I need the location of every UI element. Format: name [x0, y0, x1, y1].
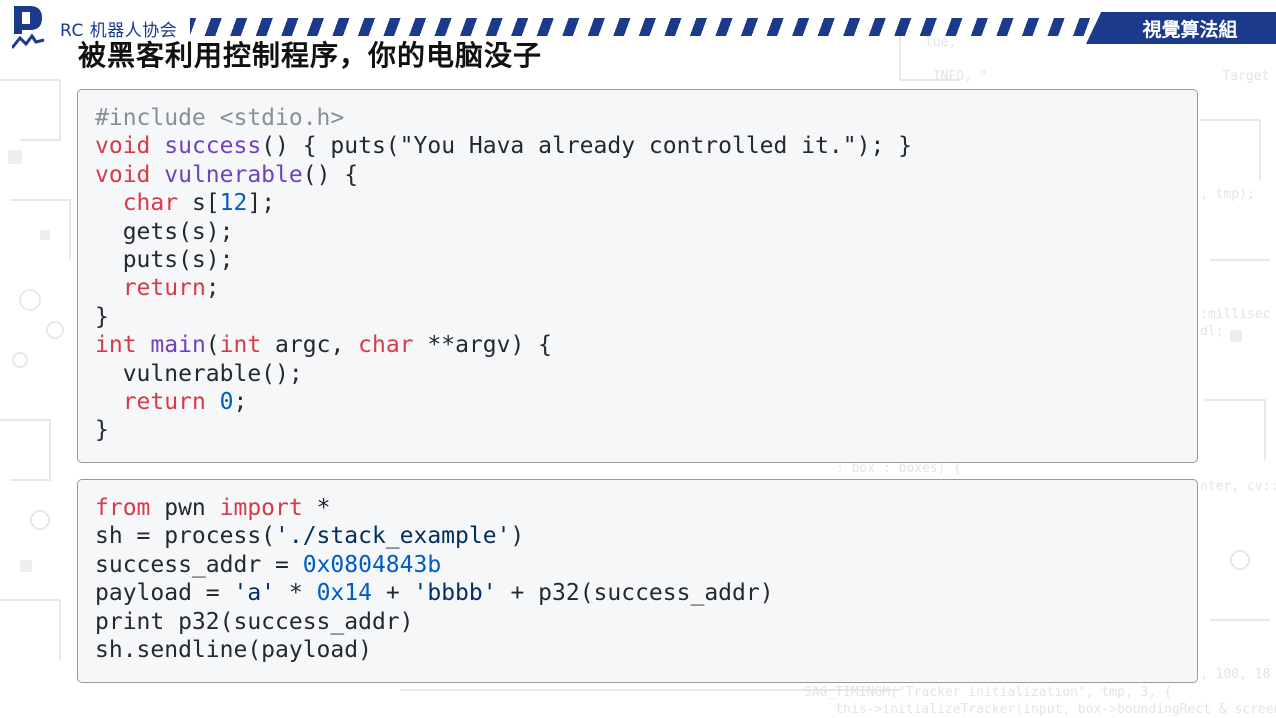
- code-line: gets(s);: [95, 218, 1197, 246]
- code-token: }: [95, 303, 109, 330]
- python-exploit-code: from pwn import * sh = process('./stack_e…: [78, 480, 1197, 664]
- code-token: 12: [219, 190, 248, 217]
- rc-logo-icon: [12, 6, 45, 49]
- code-token: sh.sendline(payload): [95, 636, 372, 663]
- code-token: () { puts("You Hava already controlled i…: [261, 133, 913, 160]
- bg-code-text: , tmp);: [1200, 187, 1255, 202]
- bg-code-text: SAG_TIMINGM("Tracker initialization", tm…: [804, 685, 1276, 717]
- code-token: s[: [178, 190, 220, 217]
- code-token: void: [95, 133, 151, 160]
- code-line: void success() { puts("You Hava already …: [95, 132, 1197, 160]
- slide-title: 被黑客利用控制程序，你的电脑没子: [78, 39, 543, 72]
- code-token: **argv) {: [413, 332, 553, 359]
- code-line: void vulnerable() {: [95, 161, 1197, 189]
- code-line: sh = process('./stack_example'): [95, 522, 1197, 550]
- code-line: int main(int argc, char **argv) {: [95, 331, 1197, 359]
- code-line: return;: [95, 274, 1197, 302]
- code-token: *: [302, 495, 331, 521]
- code-line: }: [95, 416, 1197, 444]
- code-token: ;: [233, 388, 248, 415]
- code-token: }: [95, 417, 109, 444]
- code-token: void: [95, 161, 151, 188]
- code-token: success_addr =: [95, 551, 303, 578]
- code-token: payload =: [95, 580, 234, 607]
- code-token: success: [164, 133, 262, 160]
- code-token: vulnerable: [164, 161, 303, 188]
- code-token: +: [371, 580, 414, 607]
- code-line: }: [95, 303, 1197, 331]
- code-token: 0: [219, 388, 234, 415]
- code-line: payload = 'a' * 0x14 + 'bbbb' + p32(succ…: [95, 579, 1197, 607]
- code-token: print p32(success_addr): [95, 608, 414, 635]
- code-token: 0x0804843b: [302, 551, 442, 578]
- code-line: return 0;: [95, 388, 1197, 416]
- c-source-code: #include <stdio.h> void success() { puts(…: [78, 90, 1197, 445]
- code-token: return: [122, 275, 206, 302]
- code-token: import: [219, 495, 303, 521]
- code-line: sh.sendline(payload): [95, 636, 1197, 664]
- code-token: ;: [205, 275, 220, 302]
- code-line: puts(s);: [95, 246, 1197, 274]
- code-token: () {: [302, 161, 359, 188]
- code-token: puts(s);: [95, 246, 234, 273]
- team-label: 視覺算法組: [1142, 19, 1238, 41]
- code-line: success_addr = 0x0804843b: [95, 551, 1197, 579]
- code-token: #include <stdio.h>: [95, 105, 345, 131]
- code-token: + p32(success_addr): [496, 580, 774, 607]
- code-token: int: [95, 332, 137, 359]
- code-line: print p32(success_addr): [95, 608, 1197, 636]
- code-token: argc,: [261, 332, 359, 359]
- code-token: 0x14: [316, 580, 372, 607]
- bg-code-text: nter, cv::: [1200, 479, 1276, 494]
- python-code-block: from pwn import * sh = process('./stack_e…: [77, 479, 1198, 683]
- code-token: './stack_example': [275, 523, 511, 550]
- code-token: vulnerable();: [95, 360, 303, 387]
- code-token: sh = process(: [95, 523, 276, 550]
- code-token: ];: [247, 190, 276, 217]
- code-token: char: [122, 190, 179, 217]
- code-line: #include <stdio.h>: [95, 104, 1197, 132]
- code-token: gets(s);: [95, 218, 234, 245]
- code-token: pwn: [150, 495, 220, 521]
- code-token: char: [358, 332, 414, 359]
- code-token: 'a': [233, 580, 276, 607]
- c-code-block: #include <stdio.h> void success() { puts(…: [77, 89, 1198, 463]
- code-line: from pwn import *: [95, 494, 1197, 522]
- code-token: return: [122, 388, 206, 415]
- bg-code-text: :millisec dl;: [1200, 307, 1271, 339]
- code-token: int: [219, 332, 262, 359]
- code-token: (: [205, 332, 220, 359]
- code-line: vulnerable();: [95, 360, 1197, 388]
- code-token: main: [150, 332, 206, 359]
- code-token: 'bbbb': [413, 580, 497, 607]
- code-token: *: [275, 580, 317, 607]
- bg-code-text: , 100, 18: [1200, 667, 1271, 682]
- code-token: ): [510, 523, 525, 550]
- code-line: char s[12];: [95, 189, 1197, 217]
- code-token: from: [95, 495, 151, 521]
